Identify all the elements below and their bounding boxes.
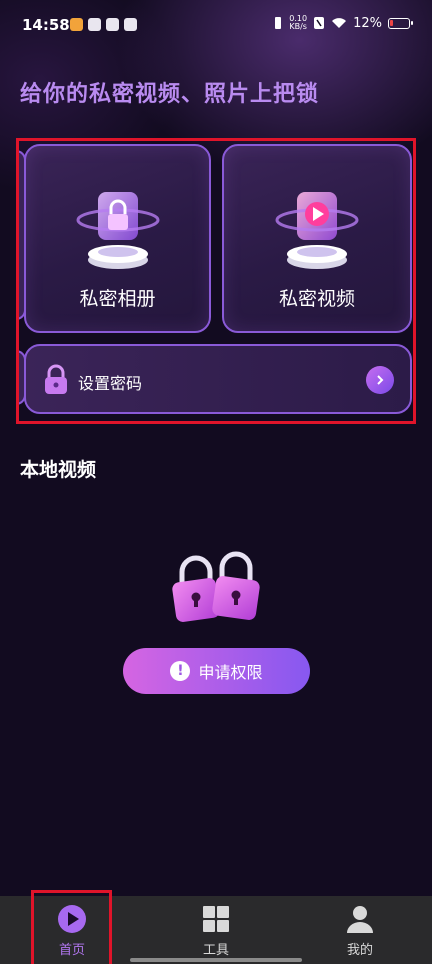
weibo-icon (70, 18, 83, 31)
tiktok-icon (88, 18, 101, 31)
grid-icon (203, 906, 229, 932)
private-video-card[interactable]: 私密视频 (222, 144, 412, 333)
local-video-title: 本地视频 (20, 459, 97, 481)
private-album-card[interactable]: 私密相册 (24, 144, 211, 333)
bottom-nav: 首页 工具 我的 (0, 896, 432, 964)
nav-label-home: 首页 (58, 943, 85, 958)
status-time: 14:58 (22, 16, 70, 34)
play-circle-icon (58, 905, 86, 933)
wifi-icon (332, 18, 347, 28)
app-icon (106, 18, 119, 31)
status-notification-icons (70, 18, 137, 31)
message-icon (124, 18, 137, 31)
nav-item-home[interactable]: 首页 (0, 896, 144, 964)
private-video-label: 私密视频 (278, 288, 355, 310)
video-play-icon (275, 192, 359, 269)
request-permission-label: 申请权限 (198, 663, 263, 682)
nav-label-mine: 我的 (346, 943, 373, 958)
padlock-icon (45, 364, 67, 394)
status-bar: 14:58 0.10 KB/s 12% (0, 0, 432, 52)
nav-item-mine[interactable]: 我的 (288, 896, 432, 964)
nfc-icon (314, 17, 325, 29)
net-speed: 0.10 KB/s (289, 15, 307, 31)
album-lock-icon (76, 192, 159, 269)
chevron-right-icon[interactable] (366, 366, 394, 394)
set-password-label: 设置密码 (78, 374, 143, 393)
vibrate-icon (275, 17, 282, 29)
request-permission-button[interactable]: ! 申请权限 (123, 648, 310, 694)
alert-icon: ! (170, 661, 191, 681)
nav-label-tools: 工具 (202, 943, 229, 958)
battery-percent: 12% (353, 15, 382, 31)
net-speed-unit: KB/s (289, 22, 307, 31)
padlocks-icon (172, 551, 260, 622)
status-indicators: 0.10 KB/s 12% (273, 15, 413, 31)
private-album-label: 私密相册 (79, 288, 156, 310)
battery-icon (388, 17, 413, 29)
set-password-row[interactable]: 设置密码 (24, 344, 412, 414)
home-indicator[interactable] (130, 958, 302, 962)
nav-item-tools[interactable]: 工具 (144, 896, 288, 964)
page-headline: 给你的私密视频、照片上把锁 (20, 82, 320, 107)
person-icon (347, 906, 373, 933)
